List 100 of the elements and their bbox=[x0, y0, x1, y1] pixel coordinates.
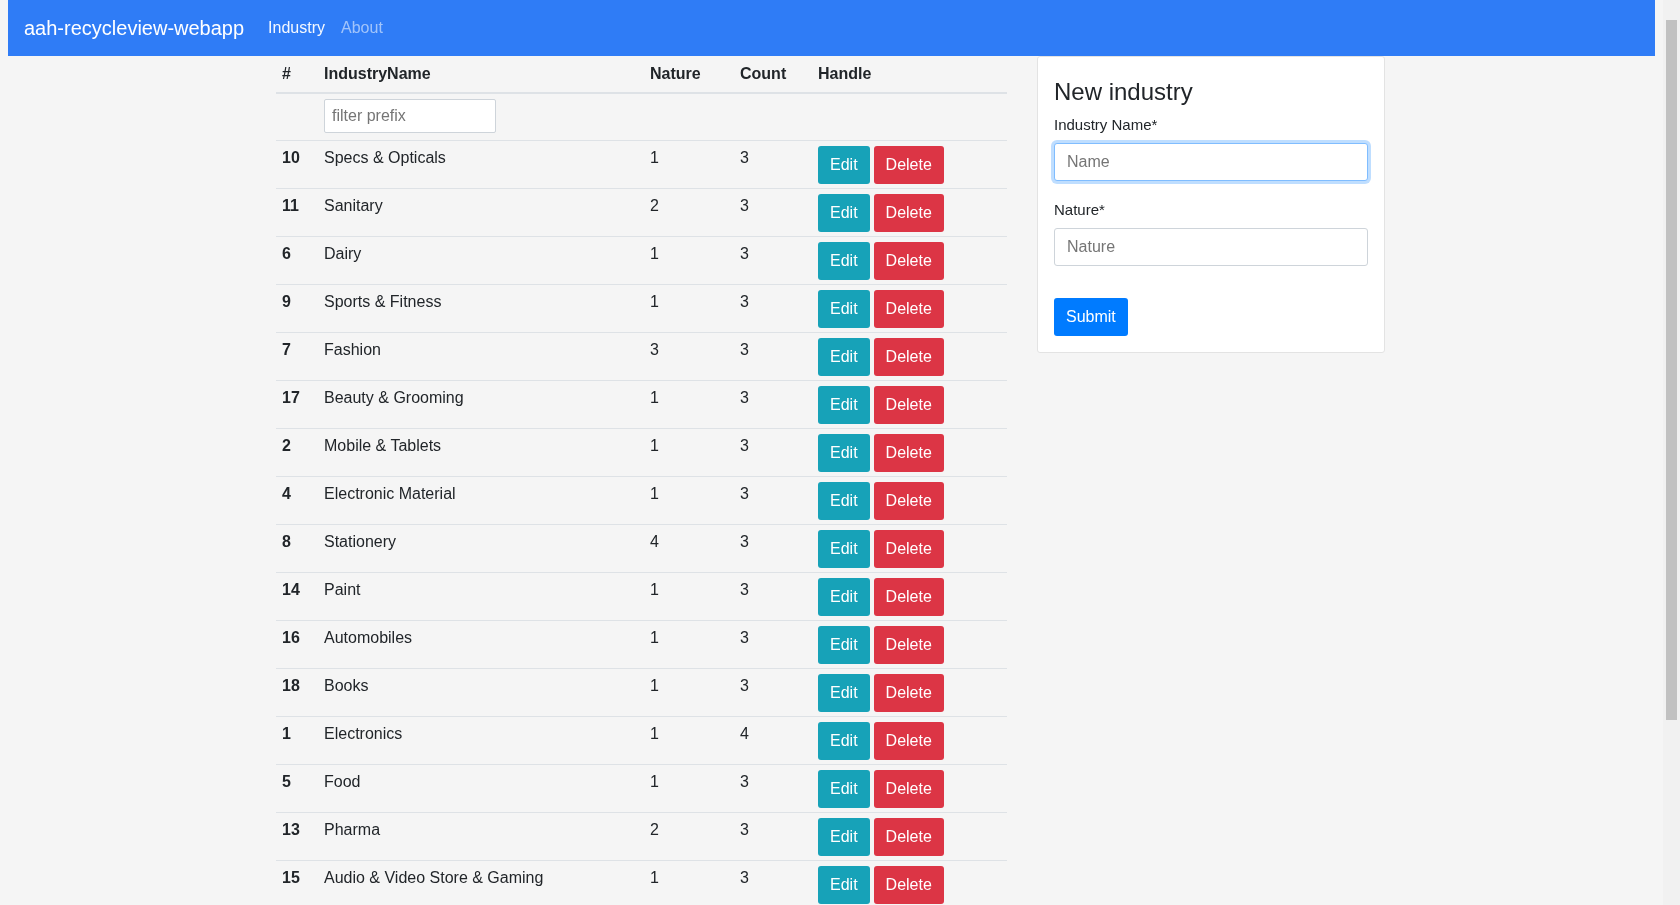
submit-button[interactable]: Submit bbox=[1054, 298, 1128, 336]
table-cell: Automobiles bbox=[324, 629, 413, 646]
table-cell: 1 bbox=[650, 293, 659, 310]
edit-button[interactable]: Edit bbox=[818, 434, 870, 472]
delete-button[interactable]: Delete bbox=[873, 530, 944, 568]
id-cell: 7 bbox=[282, 341, 291, 358]
id-cell: 4 bbox=[282, 485, 291, 502]
scrollbar[interactable] bbox=[1663, 0, 1680, 905]
id-cell: 1 bbox=[282, 725, 291, 742]
delete-button[interactable]: Delete bbox=[873, 290, 944, 328]
edit-button[interactable]: Edit bbox=[818, 242, 870, 280]
table-cell: 3 bbox=[650, 341, 659, 358]
column-header: Count bbox=[740, 65, 787, 82]
id-cell: 5 bbox=[282, 773, 291, 790]
table-cell: 3 bbox=[740, 773, 749, 790]
table-cell: 1 bbox=[650, 629, 659, 646]
edit-button[interactable]: Edit bbox=[818, 338, 870, 376]
table-cell: 3 bbox=[740, 293, 749, 310]
input-field[interactable]: Nature bbox=[1054, 228, 1368, 266]
delete-button[interactable]: Delete bbox=[873, 146, 944, 184]
edit-button[interactable]: Edit bbox=[818, 770, 870, 808]
table-cell: 1 bbox=[650, 437, 659, 454]
table-cell: 3 bbox=[740, 149, 749, 166]
edit-button[interactable]: Edit bbox=[818, 866, 870, 904]
nav-link[interactable]: Industry bbox=[268, 19, 326, 37]
table-cell: 3 bbox=[740, 437, 749, 454]
delete-button[interactable]: Delete bbox=[873, 482, 944, 520]
table-cell: Sanitary bbox=[324, 197, 383, 214]
table-cell: Stationery bbox=[324, 533, 397, 550]
delete-button[interactable]: Delete bbox=[873, 578, 944, 616]
table-cell: 3 bbox=[740, 869, 749, 886]
table-cell: Sports & Fitness bbox=[324, 293, 442, 310]
id-cell: 2 bbox=[282, 437, 291, 454]
table-cell: 2 bbox=[650, 197, 659, 214]
table-cell: 1 bbox=[650, 389, 659, 406]
column-header: IndustryName bbox=[324, 65, 431, 82]
table-cell: Electronics bbox=[324, 725, 403, 742]
edit-button[interactable]: Edit bbox=[818, 386, 870, 424]
table-cell: Beauty & Grooming bbox=[324, 389, 464, 406]
column-header: Handle bbox=[818, 65, 872, 82]
delete-button[interactable]: Delete bbox=[873, 818, 944, 856]
table-cell: Books bbox=[324, 677, 369, 694]
table-cell: Mobile & Tablets bbox=[324, 437, 442, 454]
edit-button[interactable]: Edit bbox=[818, 578, 870, 616]
delete-button[interactable]: Delete bbox=[873, 242, 944, 280]
table-cell: 1 bbox=[650, 677, 659, 694]
delete-button[interactable]: Delete bbox=[873, 674, 944, 712]
table-cell: 3 bbox=[740, 677, 749, 694]
table-cell: 3 bbox=[740, 485, 749, 502]
table-cell: 3 bbox=[740, 629, 749, 646]
table-cell: 3 bbox=[740, 341, 749, 358]
table-cell: 3 bbox=[740, 581, 749, 598]
table-cell: 4 bbox=[740, 725, 749, 742]
brand-link[interactable]: aah-recycleview-webapp bbox=[24, 16, 245, 40]
id-cell: 14 bbox=[282, 581, 300, 598]
table-cell: Paint bbox=[324, 581, 361, 598]
table-cell: 1 bbox=[650, 149, 659, 166]
delete-button[interactable]: Delete bbox=[873, 626, 944, 664]
table-cell: Electronic Material bbox=[324, 485, 456, 502]
table-cell: 1 bbox=[650, 485, 659, 502]
edit-button[interactable]: Edit bbox=[818, 674, 870, 712]
field-label: Nature* bbox=[1054, 201, 1106, 218]
input-field[interactable]: Name bbox=[1054, 143, 1368, 181]
table-cell: 4 bbox=[650, 533, 659, 550]
edit-button[interactable]: Edit bbox=[818, 482, 870, 520]
table-cell: 1 bbox=[650, 869, 659, 886]
delete-button[interactable]: Delete bbox=[873, 434, 944, 472]
edit-button[interactable]: Edit bbox=[818, 530, 870, 568]
delete-button[interactable]: Delete bbox=[873, 722, 944, 760]
table-cell: 1 bbox=[650, 581, 659, 598]
id-cell: 15 bbox=[282, 869, 300, 886]
table-cell: 3 bbox=[740, 389, 749, 406]
delete-button[interactable]: Delete bbox=[873, 194, 944, 232]
nav-link[interactable]: About bbox=[341, 19, 383, 37]
delete-button[interactable]: Delete bbox=[873, 386, 944, 424]
delete-button[interactable]: Delete bbox=[873, 338, 944, 376]
edit-button[interactable]: Edit bbox=[818, 194, 870, 232]
delete-button[interactable]: Delete bbox=[873, 866, 944, 904]
edit-button[interactable]: Edit bbox=[818, 818, 870, 856]
table-cell: Specs & Opticals bbox=[324, 149, 446, 166]
edit-button[interactable]: Edit bbox=[818, 146, 870, 184]
id-cell: 8 bbox=[282, 533, 291, 550]
table-cell: Audio & Video Store & Gaming bbox=[324, 869, 544, 886]
edit-button[interactable]: Edit bbox=[818, 290, 870, 328]
id-cell: 10 bbox=[282, 149, 300, 166]
table-cell: 3 bbox=[740, 197, 749, 214]
id-cell: 18 bbox=[282, 677, 300, 694]
table-cell: 3 bbox=[740, 245, 749, 262]
table-cell: Fashion bbox=[324, 341, 381, 358]
id-cell: 11 bbox=[282, 197, 299, 214]
column-header: # bbox=[282, 65, 291, 82]
edit-button[interactable]: Edit bbox=[818, 626, 870, 664]
delete-button[interactable]: Delete bbox=[873, 770, 944, 808]
filter-field[interactable]: filter prefix bbox=[324, 99, 496, 133]
table-cell: 1 bbox=[650, 773, 659, 790]
edit-button[interactable]: Edit bbox=[818, 722, 870, 760]
table-cell: Pharma bbox=[324, 821, 381, 838]
id-cell: 9 bbox=[282, 293, 291, 310]
column-header: Nature bbox=[650, 65, 701, 82]
table-cell: Dairy bbox=[324, 245, 362, 262]
